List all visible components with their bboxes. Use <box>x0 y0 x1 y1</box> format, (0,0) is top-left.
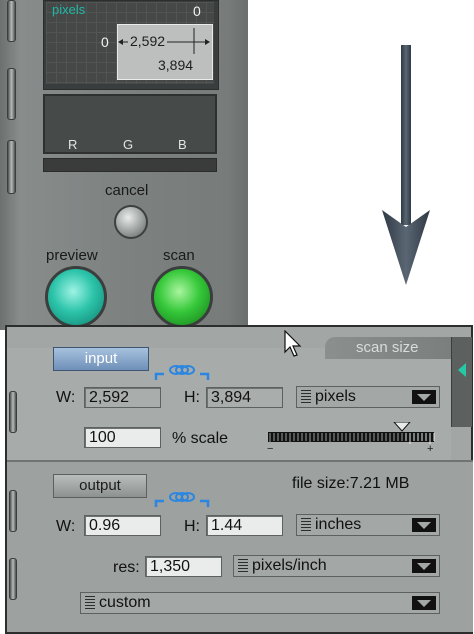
panel-edge-tab <box>7 140 16 194</box>
height-readout: 3,894 <box>158 57 194 73</box>
resolution-field[interactable]: 1,350 <box>145 556 222 577</box>
input-width-field[interactable]: 2,592 <box>84 387 161 408</box>
scan-size-tab-label: scan size <box>356 339 419 356</box>
input-unit-value: pixels <box>315 388 356 405</box>
file-size-text: file size:7.21 MB <box>292 475 410 492</box>
channel-label-green: G <box>123 137 134 152</box>
output-button[interactable]: output <box>53 474 147 498</box>
chevron-down-icon[interactable] <box>412 559 436 573</box>
panel-edge-tab <box>7 68 16 120</box>
link-proportions-icon[interactable] <box>154 489 210 513</box>
output-width-field[interactable]: 0.96 <box>84 515 161 536</box>
output-unit-dropdown[interactable]: inches <box>296 514 440 536</box>
slider-minus-label: − <box>267 443 274 455</box>
chevron-down-icon[interactable] <box>412 390 436 404</box>
scan-label: scan <box>163 247 195 264</box>
cancel-button[interactable] <box>114 205 148 239</box>
scan-button[interactable] <box>151 266 213 328</box>
panel-edge-tab <box>7 0 16 42</box>
grip-icon <box>85 596 95 610</box>
panel-edge-tab <box>9 558 17 600</box>
channel-label-red: R <box>68 137 78 152</box>
slider-plus-label: + <box>427 443 434 455</box>
unit-label: pixels <box>52 2 86 17</box>
size-preset-dropdown[interactable]: custom <box>80 592 440 614</box>
output-height-field[interactable]: 1.44 <box>206 515 283 536</box>
input-width-label: W: <box>56 389 76 406</box>
grip-icon <box>301 518 311 532</box>
output-height-label: H: <box>184 518 200 535</box>
preview-button[interactable] <box>45 266 107 328</box>
scale-field[interactable]: 100 <box>84 427 161 448</box>
input-height-label: H: <box>184 389 200 406</box>
resolution-unit-dropdown[interactable]: pixels/inch <box>233 555 440 577</box>
collapse-arrow-icon[interactable] <box>458 363 466 377</box>
link-proportions-icon[interactable] <box>154 362 210 386</box>
mouse-cursor-icon <box>284 330 302 357</box>
panel-edge-tab <box>9 391 17 433</box>
progress-bar <box>43 158 217 172</box>
input-height-field[interactable]: 3,894 <box>206 387 283 408</box>
scale-slider[interactable] <box>266 422 436 456</box>
channel-label-blue: B <box>178 137 187 152</box>
output-width-label: W: <box>56 518 76 535</box>
panel-edge-tab <box>9 490 17 532</box>
chevron-down-icon[interactable] <box>412 518 436 532</box>
preview-label: preview <box>46 247 98 264</box>
output-unit-value: inches <box>315 516 362 533</box>
input-button[interactable]: input <box>53 347 149 371</box>
grip-icon <box>238 559 248 573</box>
chevron-down-icon[interactable] <box>412 596 436 610</box>
input-unit-dropdown[interactable]: pixels <box>296 386 440 408</box>
width-readout: 2,592 <box>128 33 168 49</box>
down-arrow-icon <box>382 45 430 285</box>
panel-side-handle[interactable] <box>451 337 472 427</box>
size-preset-value: custom <box>99 594 151 611</box>
grip-icon <box>301 390 311 404</box>
corner-top-value: 0 <box>193 3 201 19</box>
corner-left-value: 0 <box>101 34 109 50</box>
scale-label: % scale <box>172 430 229 447</box>
resolution-unit-value: pixels/inch <box>252 557 327 574</box>
cancel-label: cancel <box>105 182 149 199</box>
res-label: res: <box>113 559 140 576</box>
